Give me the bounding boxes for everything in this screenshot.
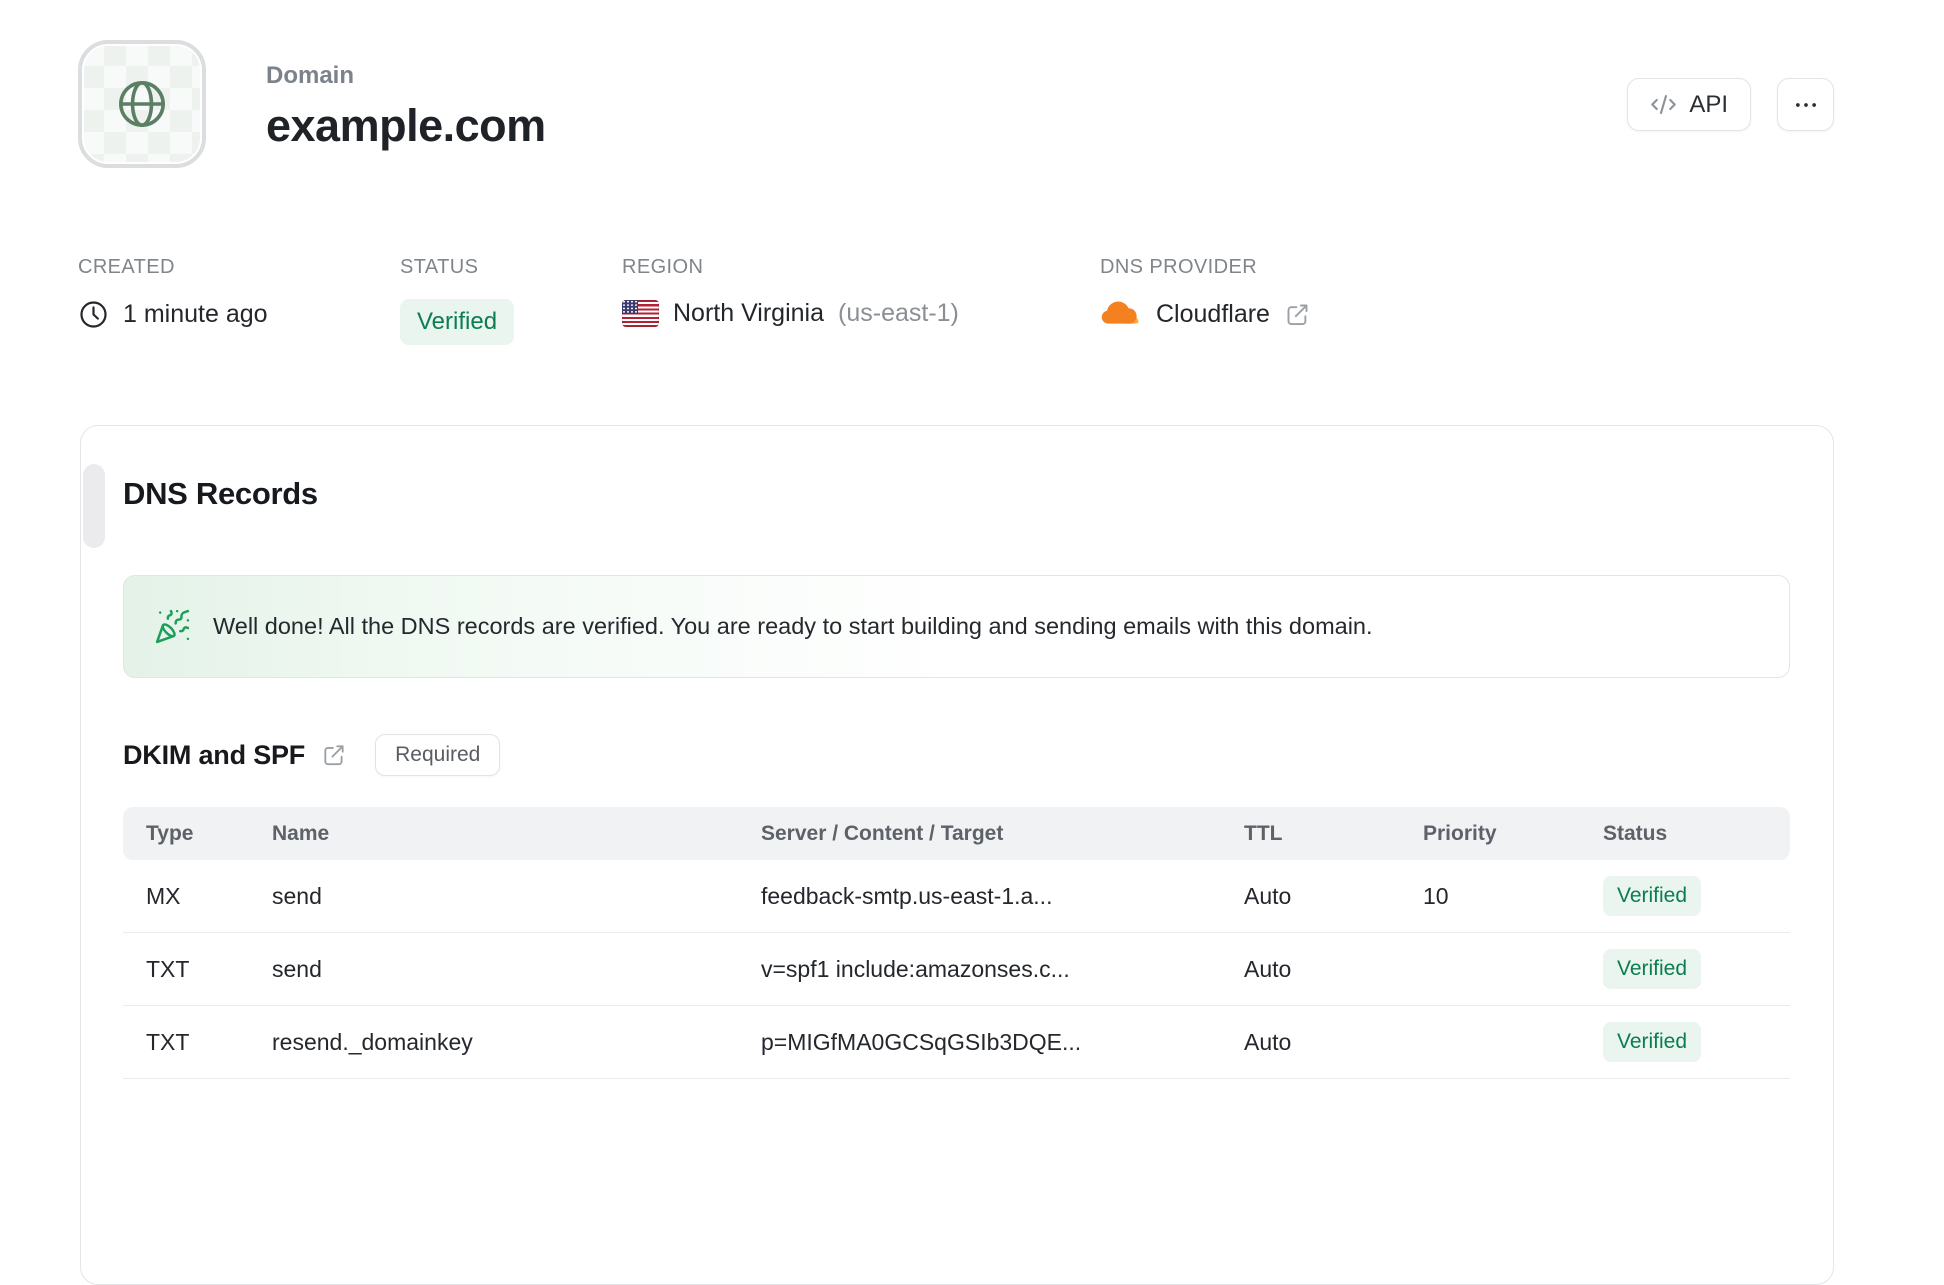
dns-records-table: Type Name Server / Content / Target TTL …	[123, 807, 1790, 1079]
clock-icon	[78, 299, 109, 330]
region-code: (us-east-1)	[838, 299, 959, 327]
section-title: DKIM and SPF	[123, 739, 306, 770]
api-button[interactable]: API	[1627, 78, 1751, 131]
cell-status: Verified	[1603, 949, 1790, 989]
verified-badge: Verified	[1603, 1022, 1702, 1062]
verified-badge: Verified	[1603, 876, 1702, 916]
cell-type: MX	[146, 882, 181, 909]
meta-row: CREATED 1 minute ago STATUS Verified REG…	[0, 256, 1944, 346]
dns-records-card: DNS Records Well done! All the DNS recor…	[80, 425, 1834, 1285]
title-block: Domain example.com	[266, 62, 546, 152]
external-link-icon[interactable]	[1284, 301, 1311, 328]
api-button-label: API	[1689, 90, 1728, 118]
ellipsis-icon	[1793, 92, 1819, 118]
card-title: DNS Records	[123, 476, 318, 511]
cell-status: Verified	[1603, 1022, 1790, 1062]
cell-ttl: Auto	[1244, 955, 1292, 982]
globe-icon	[115, 77, 169, 131]
required-badge: Required	[375, 734, 501, 776]
page-kicker: Domain	[266, 62, 355, 89]
table-header-row: Type Name Server / Content / Target TTL …	[123, 807, 1790, 860]
table-row[interactable]: TXT resend._domainkey p=MIGfMA0GCSqGSIb3…	[123, 1006, 1790, 1079]
us-flag-icon	[622, 300, 659, 327]
cell-type: TXT	[146, 955, 190, 982]
cell-ttl: Auto	[1244, 1028, 1292, 1055]
header-actions: API	[1627, 78, 1834, 131]
dns-provider-label: DNS PROVIDER	[1100, 256, 1258, 278]
cell-status: Verified	[1603, 876, 1790, 916]
cell-name: resend._domainkey	[272, 1028, 473, 1055]
col-ttl: TTL	[1244, 821, 1283, 845]
region-value: North Virginia	[673, 299, 825, 327]
page-title: example.com	[266, 100, 546, 151]
table-row[interactable]: TXT send v=spf1 include:amazonses.c... A…	[123, 933, 1790, 1006]
cell-type: TXT	[146, 1028, 190, 1055]
domain-detail-page: Domain example.com API CREATED 1 minute …	[0, 0, 1944, 1285]
party-popper-icon	[154, 608, 191, 645]
meta-region: REGION North Virginia (us-east-1)	[622, 256, 959, 328]
status-badge: Verified	[400, 299, 515, 345]
created-label: CREATED	[78, 256, 175, 278]
col-priority: Priority	[1423, 821, 1497, 845]
region-label: REGION	[622, 256, 704, 278]
domain-avatar	[78, 40, 206, 168]
meta-status: STATUS Verified	[400, 256, 515, 345]
status-label: STATUS	[400, 256, 479, 278]
cloudflare-icon	[1100, 299, 1142, 329]
col-status: Status	[1603, 821, 1668, 845]
more-button[interactable]	[1777, 78, 1834, 131]
col-content: Server / Content / Target	[761, 821, 1004, 845]
cell-ttl: Auto	[1244, 882, 1292, 909]
cell-priority: 10	[1423, 882, 1449, 909]
banner-text: Well done! All the DNS records are verif…	[213, 613, 1373, 639]
meta-dns-provider: DNS PROVIDER Cloudflare	[1100, 256, 1311, 329]
cell-name: send	[272, 955, 322, 982]
cell-content: feedback-smtp.us-east-1.a...	[761, 882, 1053, 909]
col-type: Type	[146, 821, 194, 845]
col-name: Name	[272, 821, 330, 845]
external-link-icon[interactable]	[321, 742, 347, 768]
cell-name: send	[272, 882, 322, 909]
cell-content: v=spf1 include:amazonses.c...	[761, 955, 1070, 982]
scrollbar-thumb[interactable]	[83, 464, 105, 548]
dkim-spf-section-head: DKIM and SPF Required	[123, 734, 1791, 776]
meta-created: CREATED 1 minute ago	[78, 256, 268, 330]
verified-badge: Verified	[1603, 949, 1702, 989]
code-icon	[1650, 91, 1677, 118]
created-value: 1 minute ago	[123, 300, 268, 328]
success-banner: Well done! All the DNS records are verif…	[123, 575, 1790, 678]
cell-content: p=MIGfMA0GCSqGSIb3DQE...	[761, 1028, 1082, 1055]
table-row[interactable]: MX send feedback-smtp.us-east-1.a... Aut…	[123, 860, 1790, 933]
dns-provider-value: Cloudflare	[1156, 299, 1270, 328]
